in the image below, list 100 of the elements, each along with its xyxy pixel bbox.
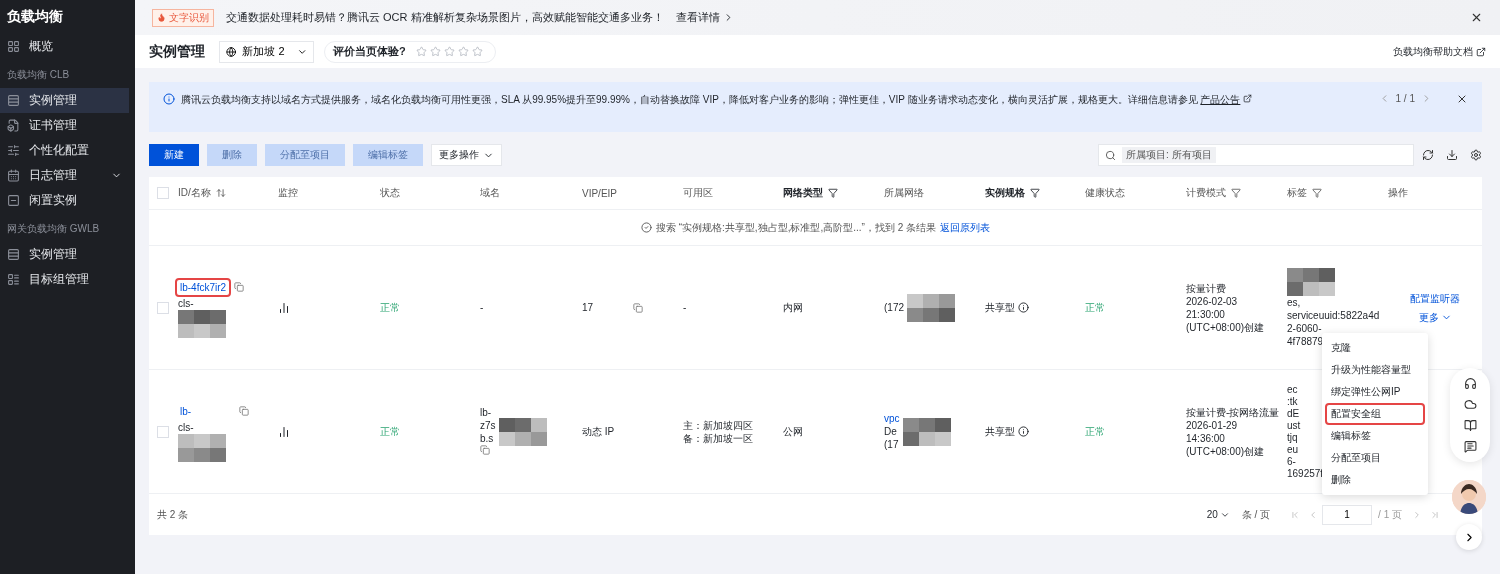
sidebar-item[interactable]: 概览 bbox=[0, 34, 129, 59]
download-button[interactable] bbox=[1446, 149, 1458, 161]
cloud-button[interactable] bbox=[1463, 398, 1477, 411]
menu-item[interactable]: 编辑标签 bbox=[1325, 425, 1425, 447]
sidebar-item[interactable]: 目标组管理 bbox=[0, 267, 129, 292]
menu-item[interactable]: 克隆 bbox=[1325, 337, 1425, 359]
headset-button[interactable] bbox=[1463, 377, 1477, 390]
rows-icon bbox=[7, 94, 20, 107]
table-cell: (UTC+08:00)创建 bbox=[1186, 444, 1265, 458]
table-cell: ec bbox=[1287, 383, 1298, 396]
sidebar-item[interactable]: 闲置实例 bbox=[0, 188, 129, 213]
grid-icon bbox=[7, 40, 20, 53]
flame-icon bbox=[157, 13, 166, 22]
close-button[interactable] bbox=[1470, 11, 1483, 24]
mosaic-drawing bbox=[178, 433, 226, 462]
instance-id-link[interactable]: lb- bbox=[175, 401, 197, 421]
column-header: 监控 bbox=[278, 186, 299, 200]
globe-icon bbox=[226, 45, 237, 58]
column-header: 实例规格 bbox=[985, 186, 1085, 200]
copy-icon bbox=[480, 444, 490, 455]
sidebar-item[interactable]: 日志管理 bbox=[0, 163, 129, 188]
table-cell: De bbox=[884, 426, 897, 437]
domain-text: lb- z7s b.s bbox=[480, 405, 496, 458]
info-icon bbox=[1018, 426, 1029, 437]
back-to-list-link[interactable]: 返回原列表 bbox=[940, 220, 990, 235]
book-button[interactable] bbox=[1463, 419, 1477, 432]
table-cell: ust bbox=[1287, 419, 1301, 432]
status-text: 正常 bbox=[380, 425, 400, 438]
menu-item[interactable]: 删除 bbox=[1325, 469, 1425, 491]
bar-chart-icon[interactable] bbox=[278, 425, 290, 438]
vip-text: 动态 IP bbox=[582, 425, 615, 438]
external-link-icon bbox=[1243, 94, 1253, 103]
vip-text: 17 bbox=[582, 301, 644, 314]
first-page-icon bbox=[1290, 509, 1301, 520]
column-header: 健康状态 bbox=[1085, 186, 1126, 200]
table-cell: serviceuuid:5822a4d bbox=[1287, 308, 1380, 322]
menu-item[interactable]: 升级为性能容量型 bbox=[1325, 359, 1425, 381]
region-select[interactable]: 新加坡 2 bbox=[219, 40, 314, 63]
table-cell: tjq bbox=[1287, 431, 1298, 444]
refresh-button[interactable] bbox=[1422, 149, 1434, 161]
table-cell: - bbox=[683, 301, 687, 314]
table-cell: 公网 bbox=[783, 425, 803, 438]
menu-item[interactable]: 配置安全组 bbox=[1325, 403, 1425, 425]
more-actions-button[interactable]: 更多操作 bbox=[431, 144, 502, 166]
notice-pager: 1 / 1 bbox=[1395, 93, 1415, 104]
page-total: / 1 页 bbox=[1377, 507, 1403, 522]
sidebar-item[interactable]: 证书管理 bbox=[0, 113, 129, 138]
settings-button[interactable] bbox=[1470, 149, 1482, 161]
checkbox[interactable] bbox=[157, 187, 169, 199]
sidebar-item[interactable]: 个性化配置 bbox=[0, 138, 129, 163]
search-field[interactable]: 所属项目: 所有项目 bbox=[1098, 144, 1414, 166]
close-button[interactable] bbox=[1456, 93, 1468, 105]
table-cell: 备：新加坡一区 bbox=[683, 431, 753, 445]
table-cell: 169257f bbox=[1287, 467, 1324, 480]
page-input[interactable]: 1 bbox=[1322, 504, 1373, 525]
table-cell: 2026-01-29 bbox=[1186, 418, 1238, 432]
info-icon bbox=[1018, 302, 1029, 313]
rows-icon bbox=[7, 248, 20, 261]
configure-listener-link[interactable]: 配置监听器 bbox=[1410, 291, 1460, 305]
promo-text: 交通数据处理耗时易错？腾讯云 OCR 精准解析复杂场景图片，高效赋能智能交通多业务！ bbox=[226, 10, 664, 25]
last-page-icon bbox=[1430, 509, 1440, 520]
calendar-icon bbox=[7, 169, 20, 182]
table-cell: 按量计费-按网络流量 bbox=[1186, 405, 1280, 419]
page-size-select[interactable]: 20 bbox=[1200, 508, 1236, 521]
vpc-link[interactable]: vpc bbox=[884, 413, 900, 424]
sidebar-item[interactable]: 实例管理 bbox=[0, 88, 129, 113]
sort-icon bbox=[215, 188, 226, 198]
checkbox[interactable] bbox=[157, 425, 169, 438]
page-title: 实例管理 bbox=[149, 42, 205, 61]
toolbar-button[interactable]: 新建 bbox=[149, 144, 199, 166]
table-cell: 2-6060- bbox=[1287, 321, 1322, 335]
table-cell: cls- bbox=[178, 296, 194, 310]
notice-text: 腾讯云负载均衡支持以域名方式提供服务，域名化负载均衡可用性更强，SLA 从99.95%提升至99.99%，自动替换故障 VIP，降低对客户业务的影响；弹性更佳，VIP 随业务请求动态变化，横向灵活扩展，规格更大。详细信息请参见 产品公告 bbox=[181, 93, 1373, 107]
star-rating[interactable] bbox=[415, 46, 483, 57]
menu-item[interactable]: 绑定弹性公网IP bbox=[1325, 381, 1425, 403]
bar-chart-icon[interactable] bbox=[278, 301, 290, 314]
table-cell: 共享型 bbox=[985, 301, 1015, 314]
sliders-icon bbox=[7, 144, 20, 157]
column-header: 网络类型 bbox=[783, 186, 884, 200]
square-icon bbox=[7, 194, 20, 207]
column-header: ID/名称 bbox=[178, 186, 278, 200]
message-button[interactable] bbox=[1463, 440, 1477, 453]
mosaic-drawing bbox=[178, 309, 226, 338]
checkbox[interactable] bbox=[157, 301, 169, 314]
sidebar-item[interactable]: 实例管理 bbox=[0, 242, 129, 267]
mosaic-drawing bbox=[498, 417, 547, 446]
filter-icon bbox=[1231, 188, 1241, 198]
announcement-link[interactable]: 产品公告 bbox=[1200, 94, 1241, 105]
column-header: 可用区 bbox=[683, 186, 714, 200]
instance-id-link[interactable]: lb-4fck7ir2 bbox=[175, 277, 232, 297]
more-link[interactable]: 更多 bbox=[1418, 310, 1452, 324]
filter-tag: 所属项目: 所有项目 bbox=[1122, 147, 1216, 163]
details-link[interactable]: 查看详情 bbox=[675, 10, 734, 25]
help-doc-link[interactable]: 负载均衡帮助文档 bbox=[1393, 44, 1486, 59]
mosaic-drawing bbox=[902, 417, 951, 446]
menu-item[interactable]: 分配至项目 bbox=[1325, 447, 1425, 469]
domain-text: - bbox=[480, 301, 484, 314]
column-header: 所属网络 bbox=[884, 186, 925, 200]
sidebar-title: 负载均衡 bbox=[6, 8, 64, 26]
table-cell: dE bbox=[1287, 407, 1300, 420]
